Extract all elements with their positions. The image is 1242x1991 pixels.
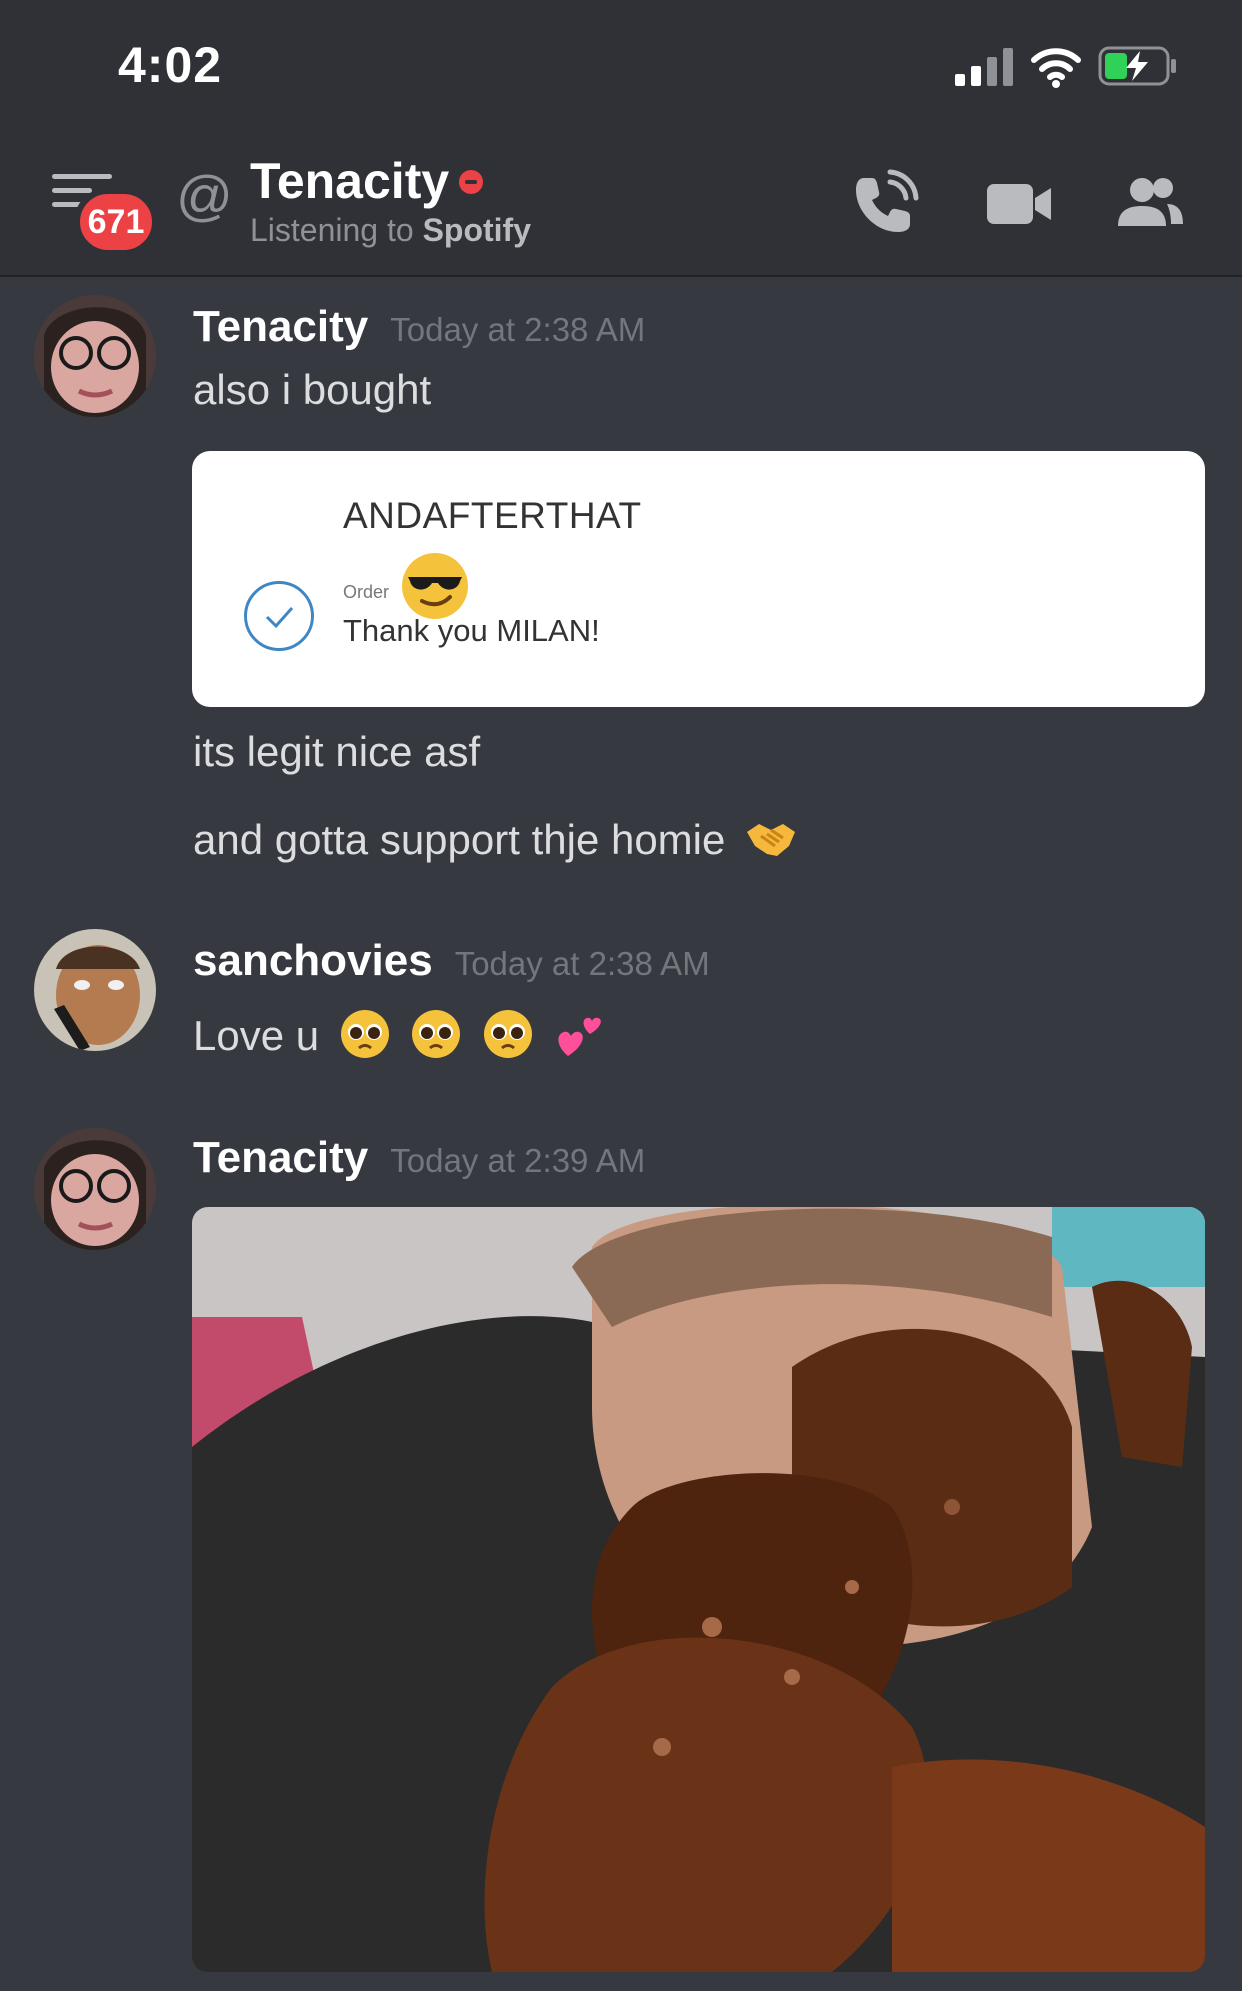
pleading-face-emoji [340, 1010, 389, 1058]
message-text-content: Love u [193, 1012, 320, 1059]
message-author[interactable]: Tenacity Today at 2:39 AM [193, 1133, 645, 1183]
discord-dm-screen: 4:02 671 @ Tenacity Listening to Spotify… [0, 0, 1242, 1991]
message-text: and gotta support thje homie [193, 812, 797, 864]
gif-image[interactable] [192, 1207, 1205, 1972]
handshake-emoji [747, 824, 796, 856]
avatar[interactable] [34, 1128, 156, 1250]
do-not-disturb-status-icon [459, 170, 483, 194]
message-text: also i bought [193, 366, 432, 413]
status-time: 4:02 [118, 37, 223, 93]
at-sign-icon: @ [176, 164, 233, 227]
pleading-face-emoji [484, 1010, 533, 1058]
dm-recipient-name[interactable]: Tenacity [250, 152, 449, 210]
thank-you-text: Thank you MILAN! [343, 613, 600, 648]
message-timestamp: Today at 2:39 AM [390, 1142, 646, 1179]
avatar[interactable] [34, 929, 156, 1051]
message-text: Love u [193, 1008, 606, 1060]
author-name[interactable]: Tenacity [193, 1133, 368, 1182]
shop-name: ANDAFTERTHAT [343, 495, 642, 536]
message-text: its legit nice asf [193, 728, 481, 775]
battery-charging-icon [1098, 46, 1176, 86]
activity-prefix: Listening to [250, 212, 414, 248]
sunglasses-emoji [402, 553, 468, 619]
order-confirmation-image[interactable]: ANDAFTERTHAT Order Thank you MILAN! [192, 451, 1205, 707]
gif-image-content [192, 1207, 1205, 1972]
two-hearts-emoji [558, 1017, 601, 1056]
video-call-button[interactable] [985, 168, 1055, 238]
pleading-face-emoji [412, 1010, 461, 1058]
activity-app: Spotify [422, 212, 531, 248]
author-name[interactable]: Tenacity [193, 302, 368, 351]
author-name[interactable]: sanchovies [193, 936, 433, 985]
message-text-content: and gotta support thje homie [193, 816, 726, 863]
activity-status: Listening to Spotify [250, 212, 531, 249]
channel-header: 671 @ Tenacity Listening to Spotify [0, 130, 1242, 277]
message-timestamp: Today at 2:38 AM [454, 945, 710, 982]
message-timestamp: Today at 2:38 AM [390, 311, 646, 348]
cellular-signal-icon [955, 48, 1013, 86]
message-author[interactable]: Tenacity Today at 2:38 AM [193, 302, 645, 352]
avatar[interactable] [34, 295, 156, 417]
unread-mentions-badge[interactable]: 671 [74, 188, 158, 256]
order-label: Order [343, 582, 390, 602]
wifi-icon [1031, 48, 1081, 88]
voice-call-button[interactable] [850, 168, 920, 238]
checkmark-circle-icon [244, 581, 314, 651]
message-author[interactable]: sanchovies Today at 2:38 AM [193, 936, 710, 986]
status-bar: 4:02 [0, 0, 1242, 130]
member-list-button[interactable] [1115, 168, 1185, 238]
